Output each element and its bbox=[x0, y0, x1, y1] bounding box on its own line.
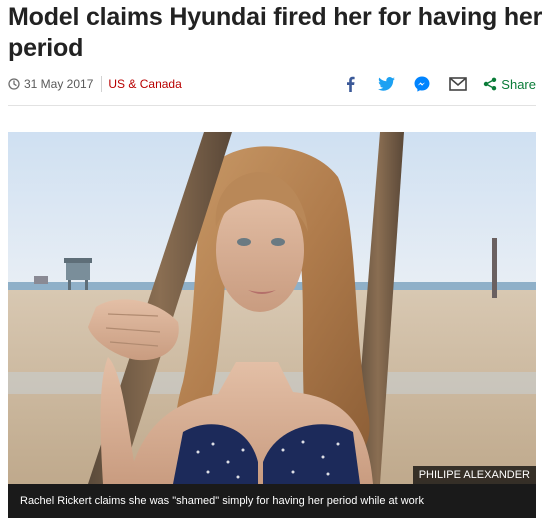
date-text: 31 May 2017 bbox=[24, 77, 94, 91]
facebook-icon bbox=[347, 76, 355, 92]
twitter-share-button[interactable] bbox=[375, 73, 397, 95]
image-credit: PHILIPE ALEXANDER bbox=[412, 466, 536, 484]
share-tools: Share bbox=[339, 73, 536, 95]
messenger-share-button[interactable] bbox=[411, 73, 433, 95]
image-caption: Rachel Rickert claims she was "shamed" s… bbox=[8, 484, 536, 518]
section-link[interactable]: US & Canada bbox=[108, 77, 181, 91]
article-image: PHILIPE ALEXANDER Rachel Rickert claims … bbox=[8, 132, 536, 518]
article-headline: Model claims Hyundai fired her for havin… bbox=[8, 3, 543, 62]
email-icon bbox=[449, 77, 468, 91]
twitter-icon bbox=[377, 77, 395, 91]
article-meta: 31 May 2017 US & Canada Share bbox=[8, 74, 536, 94]
photo-woman-beach bbox=[8, 132, 536, 484]
meta-divider-line bbox=[8, 105, 536, 106]
messenger-icon bbox=[414, 76, 430, 92]
clock-icon bbox=[8, 78, 20, 90]
share-icon bbox=[484, 77, 497, 91]
meta-divider bbox=[101, 76, 103, 92]
facebook-share-button[interactable] bbox=[339, 73, 361, 95]
article-date: 31 May 2017 bbox=[8, 77, 93, 91]
email-share-button[interactable] bbox=[447, 73, 469, 95]
share-label: Share bbox=[501, 76, 536, 92]
share-button[interactable]: Share bbox=[483, 77, 536, 92]
